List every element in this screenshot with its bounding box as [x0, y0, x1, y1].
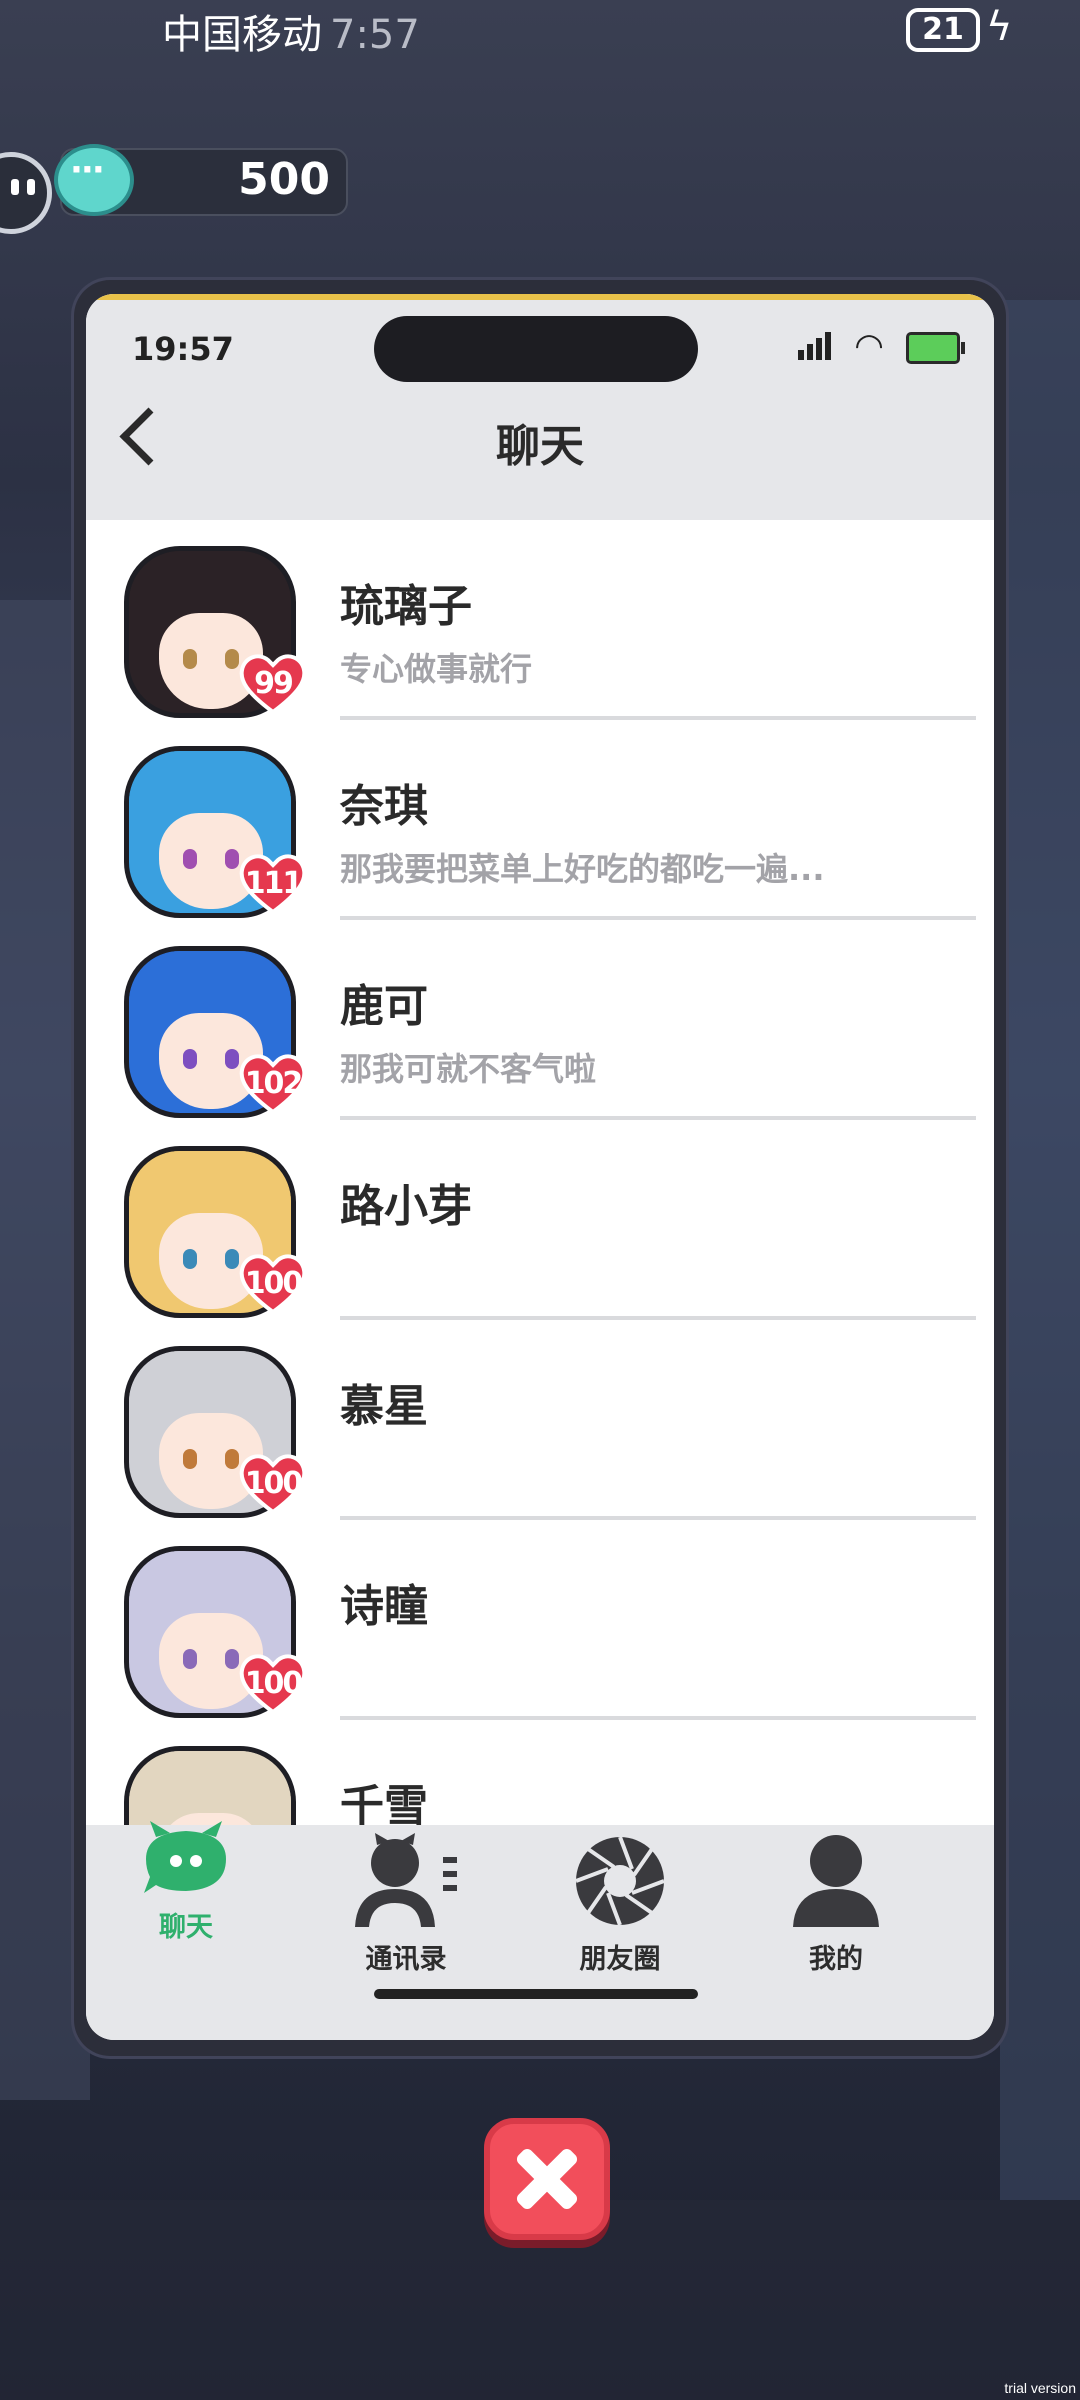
phone-frame: 19:57 ◠ 聊天 99 琉璃子专心做事就行 111 奈琪那我要把菜单上好吃的都吃一… [74, 280, 1006, 2056]
chat-item[interactable]: 111 奈琪那我要把菜单上好吃的都吃一遍... [86, 720, 994, 920]
carrier-label: 中国移动 7:57 [162, 12, 420, 58]
moments-icon [575, 1836, 665, 1926]
avatar-hair [129, 1351, 291, 1413]
chat-name: 诗瞳 [340, 1581, 428, 1632]
avatar-eye [183, 1049, 197, 1069]
phone-screen: 19:57 ◠ 聊天 99 琉璃子专心做事就行 111 奈琪那我要把菜单上好吃的都吃一… [86, 294, 994, 2040]
tab-moments[interactable]: 朋友圈 [520, 1825, 720, 1995]
avatar-hair [129, 951, 291, 1013]
chat-last-message: 那我可就不客气啦 [340, 1050, 597, 1088]
affection-heart-badge: 100 [238, 1652, 308, 1716]
chat-item[interactable]: 99 琉璃子专心做事就行 [86, 520, 994, 720]
side-menu-button[interactable] [0, 152, 52, 234]
chat-item[interactable]: 102 鹿可那我可就不客气啦 [86, 920, 994, 1120]
avatar-eye [225, 1449, 239, 1469]
currency-value: 500 [238, 154, 330, 205]
profile-icon [793, 1835, 879, 1927]
affection-heart-badge: 102 [238, 1052, 308, 1116]
chat-item[interactable]: 100 慕星 [86, 1320, 994, 1520]
phone-battery-icon [906, 332, 965, 364]
tab-profile-label: 我的 [809, 1944, 863, 1975]
contacts-icon [355, 1833, 457, 1927]
affection-heart-badge: 99 [238, 652, 308, 716]
charging-icon: ϟ [986, 4, 1013, 50]
chat-name: 琉璃子 [340, 581, 472, 632]
currency-counter[interactable]: 500 [54, 144, 348, 216]
system-time: 7:57 [330, 12, 420, 58]
phone-header: 19:57 ◠ 聊天 [86, 294, 994, 520]
tab-contacts[interactable]: 通讯录 [306, 1825, 506, 1995]
tab-profile[interactable]: 我的 [736, 1825, 936, 1995]
affection-value: 102 [244, 1066, 304, 1101]
close-button[interactable] [484, 2118, 610, 2240]
avatar-hair [129, 1551, 291, 1613]
tab-chat[interactable]: 聊天 [86, 1821, 286, 1995]
chat-list: 99 琉璃子 专心做事就行 111 奈琪 那我要把菜单上好吃的都吃一遍... 102 鹿可 那我… [86, 520, 994, 1825]
chat-last-message: 专心做事就行 [340, 650, 533, 688]
signal-icon [798, 332, 834, 360]
avatar-eye [225, 1249, 239, 1269]
avatar-eye [225, 1649, 239, 1669]
avatar-eye [225, 1049, 239, 1069]
phone-notch [374, 316, 698, 382]
affection-value: 100 [244, 1466, 304, 1501]
chat-bubble-icon [54, 144, 134, 216]
bottom-nav: 聊天 通讯录 朋友圈 我的 [86, 1821, 994, 2040]
background-panel-right [1000, 300, 1080, 2200]
avatar-eye [183, 1249, 197, 1269]
chat-name: 路小芽 [340, 1181, 472, 1232]
chat-name: 慕星 [340, 1381, 428, 1432]
chat-name: 奈琪 [340, 781, 428, 832]
chat-item[interactable]: 千雪 [86, 1720, 994, 1825]
system-status-bar: 中国移动 7:57 21 ϟ [0, 0, 1080, 60]
affection-value: 111 [244, 866, 304, 901]
chat-icon [144, 1821, 226, 1893]
page-title: 聊天 [496, 421, 584, 472]
avatar-hair [129, 551, 291, 613]
tab-contacts-label: 通讯录 [365, 1944, 447, 1975]
affection-heart-badge: 100 [238, 1252, 308, 1316]
chat-item[interactable]: 100 诗瞳 [86, 1520, 994, 1720]
watermark: trial version [1004, 2380, 1076, 2396]
affection-heart-badge: 100 [238, 1452, 308, 1516]
tab-moments-label: 朋友圈 [579, 1944, 661, 1975]
avatar-eye [225, 849, 239, 869]
affection-heart-badge: 111 [238, 852, 308, 916]
chat-name: 千雪 [340, 1781, 428, 1825]
chat-last-message: 那我要把菜单上好吃的都吃一遍... [340, 850, 825, 888]
avatar-hair [129, 1151, 291, 1213]
chat-item[interactable]: 100 路小芽 [86, 1120, 994, 1320]
avatar-eye [183, 849, 197, 869]
avatar-eye [183, 649, 197, 669]
affection-value: 100 [244, 1266, 304, 1301]
tab-chat-label: 聊天 [159, 1912, 213, 1943]
avatar-hair [129, 751, 291, 813]
affection-value: 100 [244, 1666, 304, 1701]
phone-status-time: 19:57 [132, 330, 234, 368]
avatar [124, 1746, 296, 1825]
system-battery-level: 21 [906, 8, 980, 52]
avatar-eye [183, 1649, 197, 1669]
avatar-eye [183, 1449, 197, 1469]
wifi-icon: ◠ [856, 326, 883, 366]
avatar-hair [129, 1751, 291, 1813]
home-indicator[interactable] [374, 1989, 698, 1999]
avatar-eye [225, 649, 239, 669]
affection-value: 99 [254, 666, 294, 701]
chat-name: 鹿可 [340, 981, 428, 1032]
